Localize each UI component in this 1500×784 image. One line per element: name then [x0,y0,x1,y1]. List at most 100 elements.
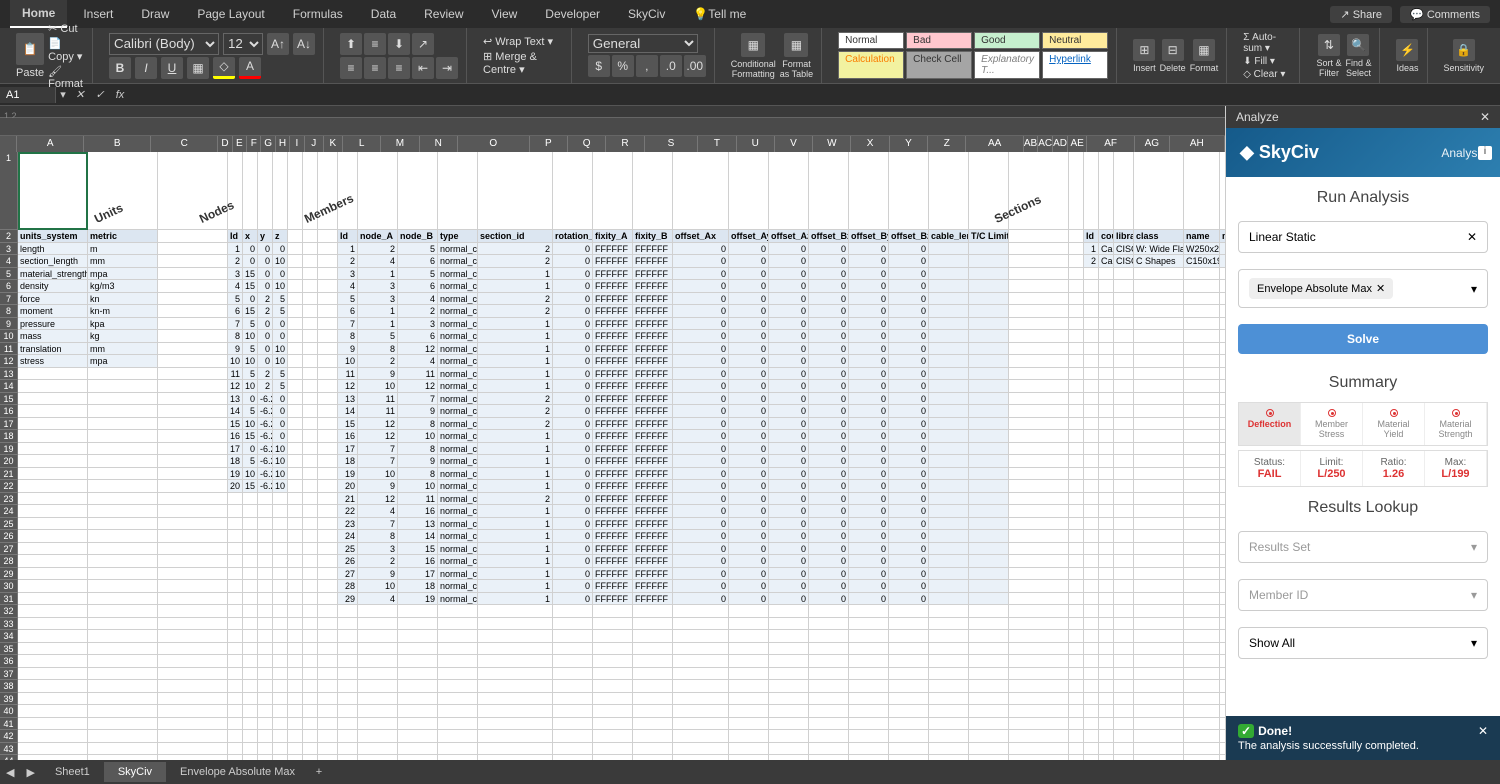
cell[interactable] [1184,655,1220,668]
cell[interactable] [158,730,228,743]
cell[interactable] [1084,293,1099,306]
cell[interactable] [288,643,303,656]
cell[interactable] [1084,543,1099,556]
cell[interactable] [288,718,303,731]
cell[interactable]: 0 [769,368,809,381]
cell[interactable] [288,668,303,681]
cell[interactable] [228,543,243,556]
cell[interactable] [303,443,318,456]
row-header[interactable]: 34 [0,630,18,643]
style-link[interactable]: Hyperlink [1042,51,1108,79]
cell[interactable]: 3 [358,543,398,556]
cell[interactable]: type [438,230,478,243]
cell[interactable] [1084,630,1099,643]
cell[interactable]: 10 [243,380,258,393]
sheet-next-icon[interactable]: ▶ [20,766,40,779]
cell[interactable]: FFFFFF [633,493,673,506]
cell[interactable]: normal_continuous [438,418,478,431]
cell[interactable] [1184,680,1220,693]
cell[interactable]: 0 [809,318,849,331]
cell[interactable] [228,630,243,643]
cell[interactable] [478,705,553,718]
cell[interactable] [1114,468,1134,481]
cell[interactable]: 2 [358,355,398,368]
cell[interactable] [288,730,303,743]
cell[interactable]: 11 [338,368,358,381]
cell[interactable] [1114,580,1134,593]
cell[interactable] [729,655,769,668]
cell[interactable]: 4 [228,280,243,293]
cell[interactable] [158,355,228,368]
cell[interactable] [288,705,303,718]
cell[interactable]: 20 [228,480,243,493]
cell[interactable] [358,152,398,230]
cell[interactable]: 1 [478,505,553,518]
cell[interactable]: force [18,293,88,306]
cell[interactable] [929,505,969,518]
cell[interactable]: 7 [358,455,398,468]
row-header[interactable]: 32 [0,605,18,618]
cell[interactable]: 19 [398,593,438,606]
cell[interactable]: 0 [889,255,929,268]
cell[interactable]: 22 [338,505,358,518]
cell[interactable] [438,655,478,668]
cell[interactable] [593,693,633,706]
cell[interactable] [258,543,273,556]
cell[interactable]: 0 [673,418,729,431]
cell[interactable]: 0 [889,568,929,581]
cell[interactable] [1084,268,1099,281]
cell[interactable] [1069,730,1084,743]
cell[interactable] [258,680,273,693]
cell[interactable] [88,643,158,656]
cell[interactable] [1069,343,1084,356]
cell[interactable] [969,655,1009,668]
cell[interactable] [1084,718,1099,731]
cell[interactable] [1099,330,1114,343]
cell[interactable] [158,680,228,693]
cell[interactable] [1134,518,1184,531]
ideas-icon[interactable]: ⚡ [1396,39,1418,61]
cell[interactable] [769,643,809,656]
cell[interactable] [673,152,729,230]
cell[interactable] [288,268,303,281]
cell[interactable] [1184,318,1220,331]
paste-icon[interactable]: 📋 [16,33,44,65]
cell[interactable] [243,530,258,543]
cell[interactable] [1134,305,1184,318]
cell[interactable]: 7 [228,318,243,331]
cell[interactable] [338,718,358,731]
cell[interactable] [1084,643,1099,656]
cell[interactable]: 10 [358,380,398,393]
cell[interactable] [88,505,158,518]
cell[interactable]: 8 [398,443,438,456]
cell[interactable] [228,743,243,756]
cell[interactable] [1069,555,1084,568]
cell[interactable]: 0 [809,530,849,543]
cell[interactable]: normal_continuous [438,318,478,331]
cell[interactable]: 0 [729,555,769,568]
cell[interactable]: 0 [553,593,593,606]
cell[interactable]: 17 [398,568,438,581]
cell[interactable] [273,593,288,606]
cell[interactable]: 0 [809,343,849,356]
cell[interactable] [438,693,478,706]
cell[interactable] [318,468,338,481]
cell[interactable]: 0 [849,393,889,406]
cell[interactable]: 14 [338,405,358,418]
cell[interactable] [593,730,633,743]
cell[interactable] [633,705,673,718]
col-header[interactable]: AC [1038,136,1053,152]
cell[interactable] [1114,555,1134,568]
cell[interactable]: 0 [673,568,729,581]
cell[interactable]: 0 [889,343,929,356]
cell[interactable]: FFFFFF [633,568,673,581]
cell[interactable] [18,643,88,656]
cell[interactable] [318,268,338,281]
cell[interactable] [1099,280,1114,293]
cell[interactable] [18,443,88,456]
sheet-prev-icon[interactable]: ◀ [0,766,20,779]
cell[interactable] [288,580,303,593]
cell[interactable]: normal_continuous [438,305,478,318]
cell[interactable]: 9 [398,405,438,418]
cell[interactable] [438,605,478,618]
